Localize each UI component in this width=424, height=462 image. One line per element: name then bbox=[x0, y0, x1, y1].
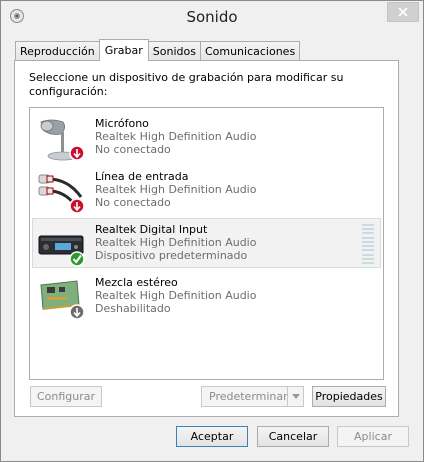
tab-sounds[interactable]: Sonidos bbox=[147, 41, 201, 61]
chevron-down-icon bbox=[291, 394, 300, 399]
device-microphone[interactable]: Micrófono Realtek High Definition Audio … bbox=[32, 112, 381, 162]
device-driver: Realtek High Definition Audio bbox=[95, 183, 257, 196]
device-name: Mezcla estéreo bbox=[95, 276, 178, 289]
digital-receiver-icon bbox=[38, 235, 85, 267]
window-title: Sonido bbox=[186, 8, 238, 26]
tab-recording[interactable]: Grabar bbox=[98, 39, 149, 61]
rca-cable-icon bbox=[38, 174, 85, 214]
device-status: Deshabilitado bbox=[95, 302, 171, 315]
device-list[interactable]: Micrófono Realtek High Definition Audio … bbox=[29, 107, 384, 380]
instructions-text: Seleccione un dispositivo de grabación p… bbox=[29, 71, 344, 98]
device-driver: Realtek High Definition Audio bbox=[95, 130, 257, 143]
device-status: No conectado bbox=[95, 143, 171, 156]
apply-button[interactable]: Aplicar bbox=[337, 426, 409, 447]
tab-strip: Reproducción Grabar Sonidos Comunicacion… bbox=[15, 39, 301, 61]
device-digital-input[interactable]: Realtek Digital Input Realtek High Defin… bbox=[32, 218, 381, 268]
configure-button[interactable]: Configurar bbox=[30, 386, 102, 407]
cancel-button[interactable]: Cancelar bbox=[257, 426, 329, 447]
tab-communications[interactable]: Comunicaciones bbox=[199, 41, 301, 61]
ok-button[interactable]: Aceptar bbox=[176, 426, 248, 447]
level-meter bbox=[362, 224, 374, 264]
device-stereo-mix[interactable]: Mezcla estéreo Realtek High Definition A… bbox=[32, 271, 381, 321]
device-name: Realtek Digital Input bbox=[95, 223, 208, 236]
set-default-dropdown[interactable] bbox=[287, 387, 303, 406]
device-driver: Realtek High Definition Audio bbox=[95, 236, 257, 249]
set-default-label: Predeterminar bbox=[209, 390, 288, 403]
device-line-in[interactable]: Línea de entrada Realtek High Definition… bbox=[32, 165, 381, 215]
properties-button[interactable]: Propiedades bbox=[312, 386, 386, 407]
device-status: Dispositivo predeterminado bbox=[95, 249, 248, 262]
recording-panel: Seleccione un dispositivo de grabación p… bbox=[14, 60, 399, 417]
close-icon bbox=[398, 7, 408, 17]
set-default-button[interactable]: Predeterminar bbox=[201, 386, 304, 407]
device-status: No conectado bbox=[95, 196, 171, 209]
tab-playback[interactable]: Reproducción bbox=[15, 41, 100, 61]
device-driver: Realtek High Definition Audio bbox=[95, 289, 257, 302]
device-name: Línea de entrada bbox=[95, 170, 189, 183]
close-button[interactable] bbox=[387, 2, 419, 22]
sound-card-icon bbox=[40, 280, 85, 320]
title-bar: Sonido bbox=[1, 1, 423, 33]
sound-dialog: Sonido Reproducción Grabar Sonidos Comun… bbox=[0, 0, 424, 462]
device-name: Micrófono bbox=[95, 117, 149, 130]
microphone-icon bbox=[40, 119, 85, 161]
